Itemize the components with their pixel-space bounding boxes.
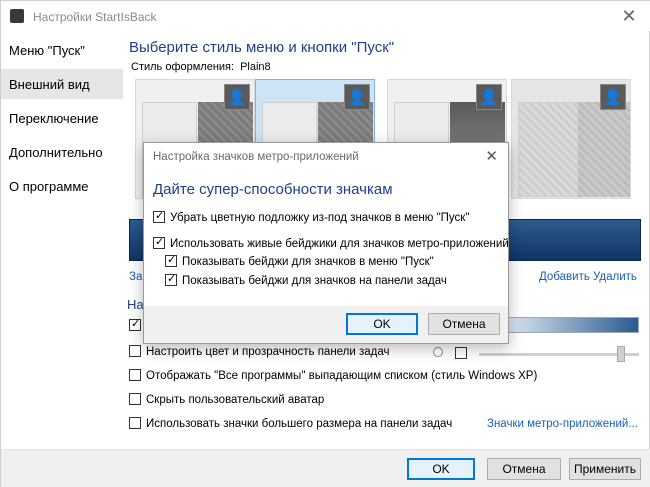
thumbnail-menu-right (578, 102, 630, 197)
color-checkbox[interactable] (455, 347, 467, 359)
dialog-option-badges-start[interactable]: Показывать бейджи для значков в меню "Пу… (165, 253, 434, 268)
option-label: Показывать бейджи для значков в меню "Пу… (182, 256, 434, 268)
style-row: Стиль оформления: Plain8 (131, 61, 271, 73)
apply-button[interactable]: Применить (569, 458, 641, 480)
dialog-ok-button[interactable]: OK (346, 313, 418, 335)
sidebar-item-about[interactable]: О программе (1, 171, 123, 201)
add-link[interactable]: Добавить (539, 271, 590, 283)
large-icons-option[interactable]: Использовать значки большего размера на … (129, 417, 452, 430)
style-label: Стиль оформления: (131, 61, 235, 73)
window-title: Настройки StartIsBack (33, 10, 157, 24)
option-label: Показывать бейджи для значков на панели … (182, 275, 447, 287)
color-circle-icon[interactable] (433, 347, 443, 357)
app-icon (10, 9, 24, 23)
all-programs-option[interactable]: Отображать "Все программы" выпадающим сп… (129, 369, 537, 382)
title-bar: Настройки StartIsBack ✕ (1, 1, 650, 31)
sidebar-item-advanced[interactable]: Дополнительно (1, 137, 123, 167)
dialog-heading: Дайте супер-способности значкам (153, 181, 393, 198)
dialog-option-remove-bg[interactable]: Убрать цветную подложку из-под значков в… (153, 209, 470, 224)
color-slider-track[interactable] (479, 353, 639, 356)
sidebar-item-switching[interactable]: Переключение (1, 103, 123, 133)
option-label: Использовать живые бейджики для значков … (170, 238, 509, 250)
checkbox[interactable] (129, 393, 141, 405)
ok-button[interactable]: OK (407, 458, 475, 480)
user-avatar-icon: 👤 (476, 84, 502, 110)
page-title: Выберите стиль меню и кнопки "Пуск" (129, 39, 395, 56)
dialog-option-badges-taskbar[interactable]: Показывать бейджи для значков на панели … (165, 272, 447, 287)
footer: OK Отмена Применить (1, 449, 650, 487)
section-heading-partial: На (127, 297, 144, 312)
user-avatar-icon: 👤 (600, 84, 626, 110)
dialog-cancel-button[interactable]: Отмена (428, 313, 500, 335)
option-label: Убрать цветную подложку из-под значков в… (170, 212, 470, 224)
style-thumbnail-4[interactable]: 👤 (511, 79, 631, 199)
style-value: Plain8 (240, 61, 271, 73)
sidebar-item-appearance[interactable]: Внешний вид (1, 69, 123, 99)
sidebar-item-start-menu[interactable]: Меню "Пуск" (1, 35, 123, 65)
option-label: Скрыть пользовательский аватар (146, 394, 325, 406)
checkbox[interactable] (129, 345, 141, 357)
color-slider-thumb[interactable] (617, 346, 625, 362)
checkbox[interactable] (129, 317, 141, 331)
thumbnail-menu-left (518, 102, 578, 197)
sidebar: Меню "Пуск" Внешний вид Переключение Доп… (1, 31, 123, 456)
option-label: Настроить цвет и прозрачность панели зад… (146, 346, 390, 358)
user-avatar-icon: 👤 (224, 84, 250, 110)
close-icon[interactable]: ✕ (607, 1, 650, 31)
hide-avatar-option[interactable]: Скрыть пользовательский аватар (129, 393, 324, 406)
option-label: Отображать "Все программы" выпадающим сп… (146, 370, 538, 382)
user-avatar-icon: 👤 (344, 84, 370, 110)
checkbox[interactable] (153, 235, 165, 249)
dialog-option-live-badges[interactable]: Использовать живые бейджики для значков … (153, 235, 509, 250)
option-label: Использовать значки большего размера на … (146, 418, 453, 430)
checkbox[interactable] (153, 209, 165, 223)
taskbar-color-option[interactable]: Настроить цвет и прозрачность панели зад… (129, 345, 390, 358)
settings-window: Настройки StartIsBack ✕ Меню "Пуск" Внеш… (0, 0, 650, 487)
delete-link[interactable]: Удалить (593, 271, 637, 283)
checkbox[interactable] (129, 369, 141, 381)
metro-icons-dialog: Настройка значков метро-приложений ✕ Дай… (143, 142, 509, 344)
metro-icons-link[interactable]: Значки метро-приложений... (487, 418, 638, 430)
dialog-footer: OK Отмена (144, 306, 508, 343)
checkbox[interactable] (129, 417, 141, 429)
dialog-title: Настройка значков метро-приложений (153, 151, 359, 163)
checkbox[interactable] (165, 253, 177, 267)
transparency-slider[interactable] (507, 317, 639, 333)
checkbox[interactable] (165, 272, 177, 286)
dialog-close-icon[interactable]: ✕ (485, 147, 498, 165)
cancel-button[interactable]: Отмена (487, 458, 561, 480)
